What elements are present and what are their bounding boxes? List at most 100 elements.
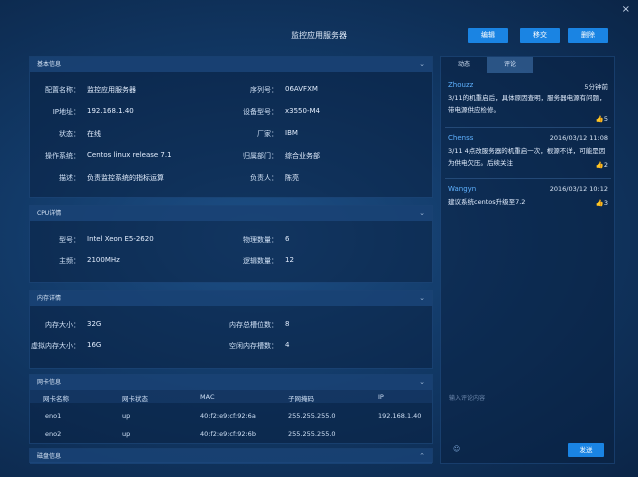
config-name-value: 监控应用服务器: [87, 86, 136, 94]
close-icon[interactable]: ×: [622, 4, 630, 15]
mem-size-value: 32G: [87, 320, 102, 328]
title-bar: 监控应用服务器 编辑 移交 删除 ×: [0, 0, 638, 48]
thumbs-up-icon: 👍: [595, 161, 604, 169]
mem-free-slots-value: 4: [285, 341, 290, 349]
chevron-down-icon[interactable]: ⌄: [419, 206, 425, 221]
comment-time: 2016/03/12 10:12: [549, 185, 608, 193]
like-count: 5: [603, 115, 608, 123]
cpu-title: CPU详情: [37, 210, 62, 217]
like-button[interactable]: 👍2: [596, 161, 608, 169]
comment-text: 3/11 4点改服务器的机重启一次，根源不详，可能是因为供电欠压。后续关注: [448, 147, 606, 167]
cpu-freq-value: 2100MHz: [87, 256, 120, 264]
desc-value: 负责监控系统的指标运算: [87, 174, 164, 182]
department-label: 归属部门：: [243, 152, 278, 160]
nic-table-header: [30, 390, 432, 403]
mem-slots-value: 8: [285, 320, 290, 328]
like-count: 3: [603, 199, 608, 207]
nic-row-1-ip: 192.168.1.40: [378, 412, 422, 420]
nic-row-2-mac: 40:f2:e9:cf:92:6b: [200, 430, 256, 438]
owner-label: 负责人：: [250, 174, 278, 182]
comment-text: 建议系统centos升级至7.2: [448, 198, 526, 206]
tab-activity[interactable]: 动态: [441, 57, 487, 73]
basic-info-title: 基本信息: [37, 61, 62, 68]
divider: [445, 178, 611, 179]
chevron-down-icon[interactable]: ⌄: [419, 291, 425, 306]
col-ip: IP: [378, 393, 384, 401]
col-mac: MAC: [200, 393, 215, 401]
memory-header[interactable]: 内存详情 ⌄: [30, 291, 432, 306]
cpu-physical-label: 物理数量：: [243, 236, 278, 244]
ip-value: 192.168.1.40: [87, 107, 134, 115]
os-label: 操作系统：: [45, 152, 80, 160]
nic-row-1-status: up: [122, 412, 131, 420]
disk-header[interactable]: 磁盘信息 ⌃: [30, 449, 432, 464]
nic-row-1-mac: 40:f2:e9:cf:92:6a: [200, 412, 256, 420]
os-value: Centos linux release 7.1: [87, 151, 172, 159]
tab-comments[interactable]: 评论: [487, 57, 533, 73]
serial-label: 序列号：: [250, 86, 278, 94]
vendor-label: 厂家：: [257, 130, 278, 138]
memory-title: 内存详情: [37, 295, 62, 302]
config-name-label: 配置名称：: [45, 86, 80, 94]
cpu-physical-value: 6: [285, 235, 290, 243]
department-value: 综合业务部: [285, 152, 320, 160]
emoji-icon[interactable]: ☺: [453, 445, 460, 453]
desc-label: 描述：: [59, 174, 80, 182]
cpu-header[interactable]: CPU详情 ⌄: [30, 206, 432, 221]
mem-slots-label: 内存总槽位数：: [229, 321, 278, 329]
nic-row-2-name: eno2: [45, 430, 62, 438]
model-value: x3550-M4: [285, 107, 320, 115]
comment-item: Zhouzz 5分钟前 3/11的机重启后，具体原因查明，服务器电源有问题，带电…: [448, 81, 608, 137]
like-count: 2: [603, 161, 608, 169]
delete-button[interactable]: 删除: [568, 28, 608, 43]
comment-time: 2016/03/12 11:08: [549, 134, 608, 142]
edit-button[interactable]: 编辑: [468, 28, 508, 43]
model-label: 设备型号：: [243, 108, 278, 116]
nic-title: 网卡信息: [37, 379, 62, 386]
status-label: 状态：: [59, 130, 80, 138]
like-button[interactable]: 👍5: [596, 115, 608, 123]
serial-value: 06AVFXM: [285, 85, 318, 93]
thumbs-up-icon: 👍: [595, 199, 604, 207]
comment-text: 3/11的机重启后，具体原因查明，服务器电源有问题，带电源供应检修。: [448, 94, 606, 114]
basic-info-header[interactable]: 基本信息 ⌄: [30, 57, 432, 72]
basic-info-panel: 基本信息 ⌄ 配置名称： 监控应用服务器 IP地址： 192.168.1.40 …: [29, 56, 433, 198]
cpu-model-label: 型号：: [59, 236, 80, 244]
cpu-panel: CPU详情 ⌄ 型号： Intel Xeon E5-2620 主频： 2100M…: [29, 205, 433, 283]
comments-sidebar: 动态 评论 Zhouzz 5分钟前 3/11的机重启后，具体原因查明，服务器电源…: [440, 56, 615, 464]
col-nic-status: 网卡状态: [122, 395, 148, 403]
chevron-down-icon[interactable]: ⌄: [419, 57, 425, 72]
mem-size-label: 内存大小：: [45, 321, 80, 329]
chevron-up-icon[interactable]: ⌃: [419, 449, 425, 464]
transfer-button[interactable]: 移交: [520, 28, 560, 43]
owner-value: 陈亮: [285, 174, 299, 182]
disk-panel: 磁盘信息 ⌃: [29, 448, 433, 464]
cpu-freq-label: 主频：: [59, 257, 80, 265]
chevron-down-icon[interactable]: ⌄: [419, 375, 425, 390]
sidebar-tabs: 动态 评论: [441, 57, 614, 73]
reply-placeholder: 输入评论内容: [449, 395, 486, 402]
col-netmask: 子网掩码: [288, 395, 314, 403]
thumbs-up-icon: 👍: [595, 115, 604, 123]
divider: [445, 127, 611, 128]
like-button[interactable]: 👍3: [596, 199, 608, 207]
mem-free-slots-label: 空闲内存槽数：: [229, 342, 278, 350]
cpu-logical-label: 逻辑数量：: [243, 257, 278, 265]
status-value: 在线: [87, 130, 101, 138]
nic-row-2-status: up: [122, 430, 131, 438]
cpu-model-value: Intel Xeon E5-2620: [87, 235, 154, 243]
memory-panel: 内存详情 ⌄ 内存大小： 32G 虚拟内存大小： 16G 内存总槽位数： 8 空…: [29, 290, 433, 369]
comment-time: 5分钟前: [584, 83, 608, 91]
nic-header[interactable]: 网卡信息 ⌄: [30, 375, 432, 390]
comment-item: Chenss 2016/03/12 11:08 3/11 4点改服务器的机重启一…: [448, 134, 608, 182]
send-button[interactable]: 发送: [568, 443, 604, 457]
comment-item: Wangyn 2016/03/12 10:12 建议系统centos升级至7.2…: [448, 185, 608, 215]
cpu-logical-value: 12: [285, 256, 294, 264]
vendor-value: IBM: [285, 129, 298, 137]
ip-label: IP地址：: [52, 108, 80, 116]
vmem-size-label: 虚拟内存大小：: [31, 342, 80, 350]
disk-title: 磁盘信息: [37, 453, 62, 460]
col-nic-name: 网卡名称: [43, 395, 69, 403]
vmem-size-value: 16G: [87, 341, 102, 349]
nic-row-1-name: eno1: [45, 412, 62, 420]
